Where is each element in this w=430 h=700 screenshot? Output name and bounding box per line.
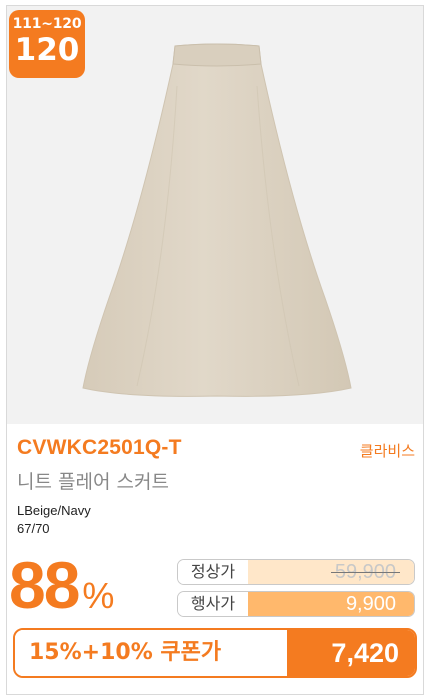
product-image-area[interactable]: 111~120 120 [7, 6, 423, 424]
coupon-price-box[interactable]: 15%+10% 쿠폰가 7,420 [13, 628, 417, 678]
regular-price-row: 정상가 59,900 [177, 559, 415, 585]
size-value: 120 [14, 32, 80, 68]
product-color: LBeige/Navy [17, 503, 91, 518]
regular-price-value-box: 59,900 [248, 560, 414, 584]
product-code[interactable]: CVWKC2501Q-T [17, 436, 182, 460]
discount-unit: % [82, 575, 115, 616]
event-price-value: 9,900 [248, 592, 414, 616]
size-range: 111~120 [12, 16, 82, 32]
product-card[interactable]: 111~120 120 CVWKC2501Q-T 클라비스 니트 플레어 스커트… [6, 5, 424, 695]
discount-rate: 88% [9, 552, 114, 618]
discount-number: 88 [9, 548, 80, 622]
product-name[interactable]: 니트 플레어 스커트 [17, 467, 169, 494]
event-price-label: 행사가 [178, 592, 248, 616]
coupon-price-value: 7,420 [287, 630, 415, 676]
brand-name[interactable]: 클라비스 [360, 440, 415, 461]
product-sizes: 67/70 [17, 521, 50, 536]
event-price-row: 행사가 9,900 [177, 591, 415, 617]
size-badge: 111~120 120 [9, 10, 85, 78]
regular-price-label: 정상가 [178, 560, 248, 584]
regular-price-value: 59,900 [330, 561, 401, 583]
coupon-price-label: 15%+10% 쿠폰가 [15, 630, 287, 676]
